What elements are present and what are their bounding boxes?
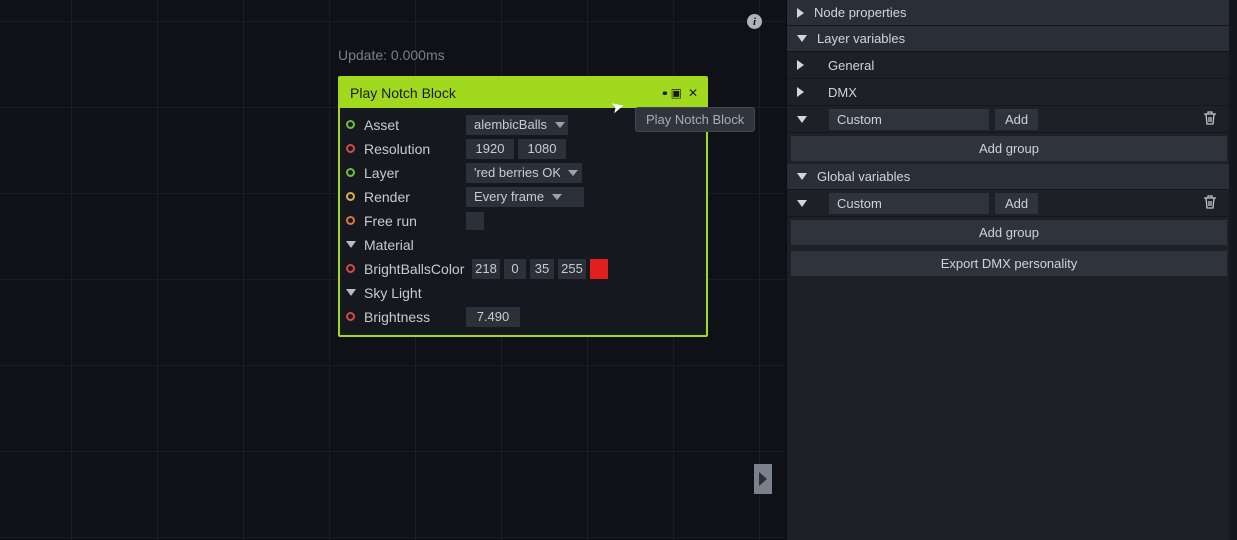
port-freerun[interactable]	[346, 216, 355, 225]
color-r[interactable]: 218	[472, 259, 500, 279]
param-label: BrightBallsColor	[364, 261, 472, 277]
section-global-variables[interactable]: Global variables	[787, 164, 1237, 190]
param-skylight[interactable]: Sky Light	[346, 282, 700, 303]
asset-value: alembicBalls	[474, 117, 547, 132]
expand-panel-button[interactable]	[754, 464, 772, 494]
port-brightballscolor[interactable]	[346, 264, 355, 273]
freerun-checkbox[interactable]	[466, 212, 484, 230]
image-icon[interactable]: ▣	[671, 86, 682, 100]
param-label: Free run	[364, 213, 466, 229]
global-custom-name-input[interactable]	[829, 193, 989, 214]
param-resolution: Resolution 1920 1080	[346, 138, 700, 159]
color-g[interactable]: 0	[504, 259, 526, 279]
layer-dropdown[interactable]: 'red berries OK	[466, 163, 582, 183]
color-swatch[interactable]	[590, 259, 608, 279]
port-resolution[interactable]	[346, 144, 355, 153]
render-dropdown[interactable]: Every frame	[466, 187, 584, 207]
param-label: Sky Light	[364, 285, 466, 301]
trash-icon[interactable]	[1203, 194, 1217, 213]
param-render: Render Every frame	[346, 186, 700, 207]
subsection-label: DMX	[828, 85, 857, 100]
scrollbar[interactable]	[1229, 0, 1237, 540]
port-asset[interactable]	[346, 120, 355, 129]
param-layer: Layer 'red berries OK	[346, 162, 700, 183]
node-tooltip: Play Notch Block	[635, 107, 755, 132]
layer-value: 'red berries OK	[474, 165, 560, 180]
subsection-layer-custom[interactable]: Add	[787, 106, 1237, 133]
port-brightness[interactable]	[346, 312, 355, 321]
global-add-group-button[interactable]: Add group	[791, 220, 1227, 245]
resolution-width[interactable]: 1920	[466, 139, 514, 159]
expand-material-icon	[346, 241, 356, 248]
chevron-down-icon	[797, 116, 807, 123]
chevron-down-icon	[797, 200, 807, 207]
chevron-right-icon	[797, 87, 804, 97]
node-body: Asset alembicBalls Resolution 1920 1080 …	[340, 108, 706, 335]
param-label: Material	[364, 237, 466, 253]
param-label: Resolution	[364, 141, 466, 157]
node-title: Play Notch Block	[350, 85, 456, 101]
update-time-label: Update: 0.000ms	[338, 47, 445, 63]
trash-icon[interactable]	[1203, 110, 1217, 129]
subsection-general[interactable]: General	[787, 52, 1237, 79]
properties-panel: Node properties Layer variables General …	[786, 0, 1237, 540]
node-header[interactable]: Play Notch Block •• ▣ ✕	[340, 78, 706, 108]
subsection-global-custom[interactable]: Add	[787, 190, 1237, 217]
section-title: Layer variables	[817, 31, 905, 46]
node-canvas[interactable]: i Update: 0.000ms Play Notch Block •• ▣ …	[0, 0, 786, 540]
section-layer-variables[interactable]: Layer variables	[787, 26, 1237, 52]
param-label: Asset	[364, 117, 466, 133]
param-label: Layer	[364, 165, 466, 181]
layer-custom-add-button[interactable]: Add	[995, 109, 1038, 130]
param-material[interactable]: Material	[346, 234, 700, 255]
global-custom-add-button[interactable]: Add	[995, 193, 1038, 214]
param-label: Brightness	[364, 309, 466, 325]
brightness-value[interactable]: 7.490	[466, 307, 520, 327]
chevron-down-icon	[797, 35, 807, 42]
subsection-label: General	[828, 58, 874, 73]
eye-icon[interactable]: ••	[662, 86, 664, 100]
section-title: Node properties	[814, 5, 907, 20]
chevron-down-icon	[552, 194, 562, 200]
chevron-right-icon	[797, 8, 804, 18]
layer-add-group-button[interactable]: Add group	[791, 136, 1227, 161]
export-dmx-button[interactable]: Export DMX personality	[791, 251, 1227, 276]
section-title: Global variables	[817, 169, 910, 184]
subsection-dmx[interactable]: DMX	[787, 79, 1237, 106]
asset-dropdown[interactable]: alembicBalls	[466, 115, 568, 135]
render-value: Every frame	[474, 189, 544, 204]
layer-custom-name-input[interactable]	[829, 109, 989, 130]
param-brightness: Brightness 7.490	[346, 306, 700, 327]
color-b[interactable]: 35	[530, 259, 554, 279]
chevron-down-icon	[555, 122, 565, 128]
color-a[interactable]: 255	[558, 259, 586, 279]
section-node-properties[interactable]: Node properties	[787, 0, 1237, 26]
chevron-right-icon	[797, 60, 804, 70]
port-render[interactable]	[346, 192, 355, 201]
chevron-down-icon	[797, 173, 807, 180]
chevron-down-icon	[568, 170, 578, 176]
close-icon[interactable]: ✕	[688, 86, 698, 100]
expand-skylight-icon	[346, 289, 356, 296]
param-label: Render	[364, 189, 466, 205]
port-layer[interactable]	[346, 168, 355, 177]
info-icon[interactable]: i	[747, 14, 762, 29]
param-brightballscolor: BrightBallsColor 218 0 35 255	[346, 258, 700, 279]
resolution-height[interactable]: 1080	[518, 139, 566, 159]
param-freerun: Free run	[346, 210, 700, 231]
